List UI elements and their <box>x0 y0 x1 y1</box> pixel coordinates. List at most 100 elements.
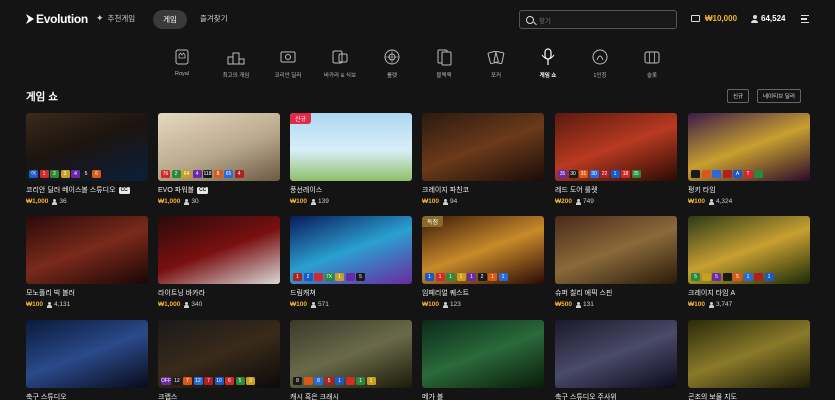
game-title-row: 곤조의 보물 지도 <box>688 392 810 400</box>
min-bet: ₩100 <box>688 198 705 205</box>
game-thumbnail[interactable] <box>422 320 544 388</box>
game-card[interactable]: OFF 12 7 12 7 10 6 5 3 크랩스 <box>158 320 280 400</box>
player-count-value: 3,747 <box>715 301 733 308</box>
user-icon <box>310 198 316 205</box>
category-royal[interactable]: Royal <box>160 46 204 77</box>
result-chip: 1 <box>335 272 344 281</box>
category-roulette[interactable]: 룰렛 <box>370 46 414 79</box>
game-thumbnail[interactable] <box>422 113 544 181</box>
result-chip: 4 <box>234 169 244 178</box>
result-chip: OFF <box>161 376 171 385</box>
player-count-value: 123 <box>449 301 461 308</box>
game-thumbnail[interactable] <box>555 216 677 284</box>
game-thumbnail[interactable] <box>555 320 677 388</box>
player-count: 94 <box>442 198 457 205</box>
game-thumbnail[interactable] <box>26 320 148 388</box>
game-badge: 독점 <box>422 216 444 227</box>
user-icon <box>575 301 581 308</box>
game-thumbnail[interactable]: AT <box>688 113 810 181</box>
game-card[interactable]: 메가 볼 <box>422 320 544 400</box>
min-bet: ₩1,000 <box>158 198 181 205</box>
game-thumbnail[interactable]: 독점 1 1 1 1 1 2 1 1 <box>422 216 544 284</box>
hamburger-menu-icon[interactable] <box>801 15 809 25</box>
game-card[interactable]: 라이트닝 바카라 ₩1,000 340 <box>158 216 280 308</box>
result-chip: 1 <box>456 272 466 281</box>
game-card[interactable]: 축구 스튜디오 주사위 <box>555 320 677 400</box>
result-chip: 5 <box>691 272 700 281</box>
result-chip <box>754 272 763 281</box>
result-chip: 어 <box>29 169 38 178</box>
category-slots[interactable]: 슬롯 <box>630 46 674 79</box>
game-thumbnail[interactable]: OFF 12 7 12 7 10 6 5 3 <box>158 320 280 388</box>
game-card[interactable]: 모노폴리 빅 볼러 ₩100 4,131 <box>26 216 148 308</box>
game-thumbnail[interactable]: 신규 <box>290 113 412 181</box>
game-title: 라이트닝 바카라 <box>158 290 206 297</box>
result-chip: 1 <box>498 272 508 281</box>
result-chip: 30 <box>589 169 599 178</box>
game-thumbnail[interactable] <box>688 320 810 388</box>
result-history-strip: AT <box>688 169 810 178</box>
result-chip: 1 <box>446 272 455 281</box>
result-chip: 1 <box>435 272 445 281</box>
result-history-strip: 55511 <box>688 272 810 281</box>
game-title: 크랩스 <box>158 394 178 400</box>
nav-games-tab[interactable]: 게임 <box>153 10 187 29</box>
game-thumbnail[interactable] <box>158 216 280 284</box>
logo-text: Evolution <box>36 12 88 26</box>
game-card[interactable]: 크레이지 파친코 ₩100 94 <box>422 113 544 205</box>
game-thumbnail[interactable]: 76 2 64 4 118 8 65 4 <box>158 113 280 181</box>
result-chip <box>701 169 711 178</box>
game-badge: 신규 <box>290 113 312 124</box>
game-card[interactable]: 35 30 31 30 22 1 18 35 레드 도어 룰렛 ₩200 749 <box>555 113 677 205</box>
game-card[interactable]: 신규 풍선레이스 ₩100 139 <box>290 113 412 205</box>
game-thumbnail[interactable]: 어123456 <box>26 113 148 181</box>
game-thumbnail[interactable]: 55511 <box>688 216 810 284</box>
result-chip: 2 <box>477 272 487 281</box>
game-card[interactable]: 곤조의 보물 지도 <box>688 320 810 400</box>
category-poker[interactable]: 포커 <box>474 46 518 79</box>
category-korean-dealer[interactable]: 코리안 딜러 <box>266 46 310 79</box>
result-history-strip: 885111 <box>290 376 412 385</box>
player-count: 30 <box>184 198 199 205</box>
game-title-row: 풍선레이스 <box>290 185 412 195</box>
result-chip <box>345 272 355 281</box>
game-scene-image <box>26 216 148 284</box>
korean-dealer-icon <box>277 46 299 68</box>
category-blackjack[interactable]: 블랙잭 <box>422 46 466 79</box>
game-card[interactable]: 76 2 64 4 118 8 65 4 EVO 파워볼 CC ₩1,000 30 <box>158 113 280 205</box>
nav-recommended-games[interactable]: ✦ 추천게임 <box>96 13 135 24</box>
filter-native-dealer-button[interactable]: 네이티브 딜러 <box>757 89 801 103</box>
evolution-logo[interactable]: Evolution <box>26 12 88 26</box>
category-top-games[interactable]: 최고의 게임 <box>214 46 258 79</box>
result-chip <box>722 272 732 281</box>
game-card[interactable]: 어 1 2 3 4 5 6 코리안 딜러 베이스볼 스튜디오 CC ₩1,000 36 <box>26 113 148 205</box>
game-card[interactable]: A T 펑키 타임 ₩100 4,324 <box>688 113 810 205</box>
category-label: 1인칭 <box>593 73 607 79</box>
nav-favorites-tab[interactable]: 즐겨찾기 <box>200 13 228 24</box>
game-thumbnail[interactable] <box>26 216 148 284</box>
game-card[interactable]: 독점 1 1 1 1 1 2 1 1 임페리얼 퀘스트 ₩100 123 <box>422 216 544 308</box>
game-thumbnail[interactable]: 885111 <box>290 320 412 388</box>
result-chip: 3 <box>246 376 255 385</box>
wallet-balance[interactable]: ₩10,000 <box>691 14 737 23</box>
result-chip <box>303 376 313 385</box>
category-game-show[interactable]: 게임 쇼 <box>526 46 570 79</box>
game-card[interactable]: 5 5 5 1 1 크레이지 타임 A ₩100 3,747 <box>688 216 810 308</box>
category-baccarat[interactable]: 바카라 & 식보 <box>318 46 362 79</box>
category-first-person[interactable]: 1인칭 <box>578 46 622 79</box>
result-chip <box>691 169 700 178</box>
search-input[interactable]: 찾기 <box>519 10 677 29</box>
game-thumbnail[interactable]: 35 30 31 30 22 1 18 35 <box>555 113 677 181</box>
game-card[interactable]: 슈퍼 칠리 에픽 스핀 ₩500 131 <box>555 216 677 308</box>
filter-new-button[interactable]: 신규 <box>727 89 750 103</box>
user-icon <box>708 198 714 205</box>
game-card[interactable]: 8 8 5 1 1 1 캐시 혹은 크래시 <box>290 320 412 400</box>
result-chip: 7 <box>183 376 192 385</box>
player-count-value: 139 <box>317 198 329 205</box>
game-meta: ₩100 3,747 <box>688 301 810 308</box>
game-thumbnail[interactable]: 1 2 7X 1 5 <box>290 216 412 284</box>
user-icon <box>575 198 581 205</box>
game-card[interactable]: 축구 스튜디오 <box>26 320 148 400</box>
game-card[interactable]: 1 2 7X 1 5 드림캐쳐 ₩100 571 <box>290 216 412 308</box>
game-title: 곤조의 보물 지도 <box>688 394 737 400</box>
